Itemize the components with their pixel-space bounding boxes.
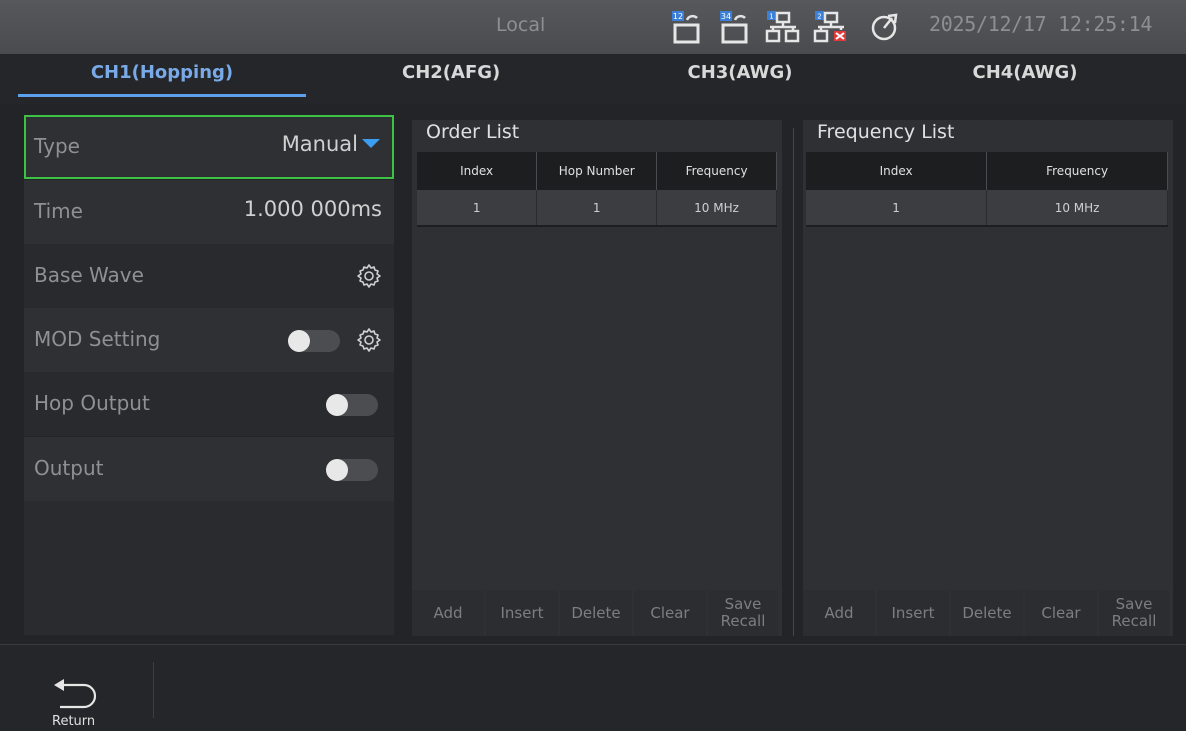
mod-setting-label: MOD Setting xyxy=(34,327,161,351)
table-row[interactable]: 1 1 10 MHz xyxy=(417,190,777,227)
clock-icon xyxy=(868,8,904,46)
order-list-title: Order List xyxy=(426,121,520,143)
order-insert-button[interactable]: Insert xyxy=(486,590,558,636)
channel-12-icon-label: 12 xyxy=(673,12,683,21)
left-panel-filler xyxy=(24,501,394,635)
type-dropdown[interactable]: Manual xyxy=(282,132,380,156)
table-cell[interactable]: 1 xyxy=(806,190,988,227)
toggle-knob xyxy=(288,330,310,352)
column-header: Frequency xyxy=(986,152,1168,190)
return-button-label[interactable]: Return xyxy=(52,714,95,729)
type-value: Manual xyxy=(281,132,358,156)
table-header-row: Index Frequency xyxy=(806,152,1168,190)
mod-setting-toggle[interactable] xyxy=(288,330,340,352)
network-1-icon: 1 xyxy=(764,8,800,46)
type-label: Type xyxy=(34,134,80,158)
mode-indicator: Local xyxy=(496,14,546,36)
network-2-disconnected-icon: 2 xyxy=(812,8,848,46)
channel-12-icon: 12 xyxy=(668,8,704,46)
table-cell[interactable]: 1 xyxy=(417,190,538,227)
network-1-icon-label: 1 xyxy=(769,13,773,21)
hop-output-toggle[interactable] xyxy=(326,394,378,416)
column-header: Index xyxy=(806,152,988,190)
tab-ch1[interactable]: CH1(Hopping) xyxy=(18,62,306,83)
channel-34-icon: 34 xyxy=(716,8,752,46)
freq-delete-button[interactable]: Delete xyxy=(951,590,1023,636)
order-add-button[interactable]: Add xyxy=(412,590,484,636)
hop-output-label: Hop Output xyxy=(34,391,150,415)
table-row[interactable]: 1 10 MHz xyxy=(806,190,1168,227)
output-label: Output xyxy=(34,456,104,480)
freq-add-button[interactable]: Add xyxy=(803,590,875,636)
freq-save-recall-button[interactable]: Save Recall xyxy=(1099,590,1169,636)
status-bar: Local 12 34 1 2 2025/12/17 12:25:14 xyxy=(0,0,1186,54)
time-value[interactable]: 1.000 000ms xyxy=(244,197,382,221)
order-list-table: Index Hop Number Frequency 1 1 10 MHz xyxy=(417,152,777,227)
tab-ch4[interactable]: CH4(AWG) xyxy=(945,62,1105,83)
order-clear-button[interactable]: Clear xyxy=(634,590,706,636)
freq-clear-button[interactable]: Clear xyxy=(1025,590,1097,636)
frequency-list-buttons: Add Insert Delete Clear Save Recall xyxy=(803,590,1173,636)
frequency-list-title: Frequency List xyxy=(817,121,955,143)
table-cell[interactable]: 1 xyxy=(536,190,658,227)
base-wave-label: Base Wave xyxy=(34,263,144,287)
column-header: Index xyxy=(417,152,538,190)
gear-icon[interactable] xyxy=(356,327,382,353)
freq-insert-button[interactable]: Insert xyxy=(877,590,949,636)
table-cell[interactable]: 10 MHz xyxy=(986,190,1168,227)
output-toggle[interactable] xyxy=(326,459,378,481)
active-tab-indicator xyxy=(18,94,306,97)
table-header-row: Index Hop Number Frequency xyxy=(417,152,777,190)
channel-34-icon-label: 34 xyxy=(721,12,731,21)
panel-divider xyxy=(793,128,794,636)
gear-icon[interactable] xyxy=(356,263,382,289)
frequency-list-table: Index Frequency 1 10 MHz xyxy=(806,152,1168,227)
bottom-bar xyxy=(0,644,1186,731)
table-cell[interactable]: 10 MHz xyxy=(656,190,777,227)
column-header: Hop Number xyxy=(536,152,658,190)
output-row[interactable]: Output xyxy=(24,437,394,501)
chevron-down-icon xyxy=(362,139,380,148)
tab-ch2[interactable]: CH2(AFG) xyxy=(402,62,500,83)
order-delete-button[interactable]: Delete xyxy=(560,590,632,636)
time-label: Time xyxy=(34,199,83,223)
column-header: Frequency xyxy=(656,152,777,190)
network-2-icon-label: 2 xyxy=(817,13,821,21)
mod-setting-row[interactable]: MOD Setting xyxy=(24,308,394,372)
order-save-recall-button[interactable]: Save Recall xyxy=(708,590,778,636)
time-row[interactable]: Time 1.000 000ms xyxy=(24,180,394,244)
bottom-bar-separator xyxy=(153,662,154,718)
type-row[interactable]: Type Manual xyxy=(24,115,394,179)
base-wave-row[interactable]: Base Wave xyxy=(24,244,394,308)
toggle-knob xyxy=(326,459,348,481)
tab-ch3[interactable]: CH3(AWG) xyxy=(660,62,820,83)
order-list-buttons: Add Insert Delete Clear Save Recall xyxy=(412,590,782,636)
datetime-display: 2025/12/17 12:25:14 xyxy=(929,12,1153,36)
toggle-knob xyxy=(326,394,348,416)
hop-output-row[interactable]: Hop Output xyxy=(24,372,394,436)
